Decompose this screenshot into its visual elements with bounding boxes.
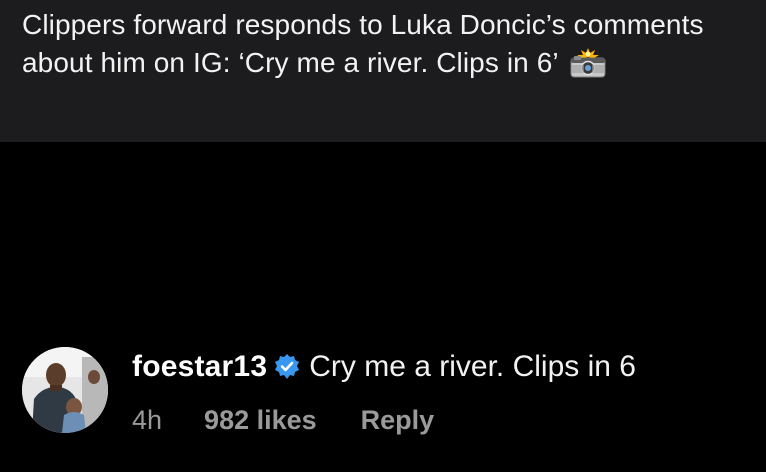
post-headline: Clippers forward responds to Luka Doncic…	[22, 6, 744, 88]
username-link[interactable]: foestar13	[132, 350, 267, 384]
camera-with-flash-icon	[569, 48, 607, 88]
user-avatar[interactable]	[22, 347, 108, 433]
reply-button[interactable]: Reply	[361, 405, 435, 436]
comment-line: foestar13 Cry me a river. Clips in 6	[132, 347, 752, 387]
comment-text: Cry me a river. Clips in 6	[309, 350, 636, 383]
verified-badge-icon	[273, 353, 301, 381]
comment-body: foestar13 Cry me a river. Clips in 6 4h …	[132, 347, 752, 436]
comment-timestamp: 4h	[132, 405, 163, 435]
avatar-photo-icon	[22, 347, 108, 433]
likes-count-link[interactable]: 982 likes	[204, 405, 317, 436]
screenshot-page: Clippers forward responds to Luka Doncic…	[0, 0, 766, 472]
comment-row: foestar13 Cry me a river. Clips in 6 4h …	[22, 347, 752, 447]
post-headline-card: Clippers forward responds to Luka Doncic…	[0, 0, 766, 142]
comment-meta: 4h 982 likes Reply	[132, 405, 752, 436]
